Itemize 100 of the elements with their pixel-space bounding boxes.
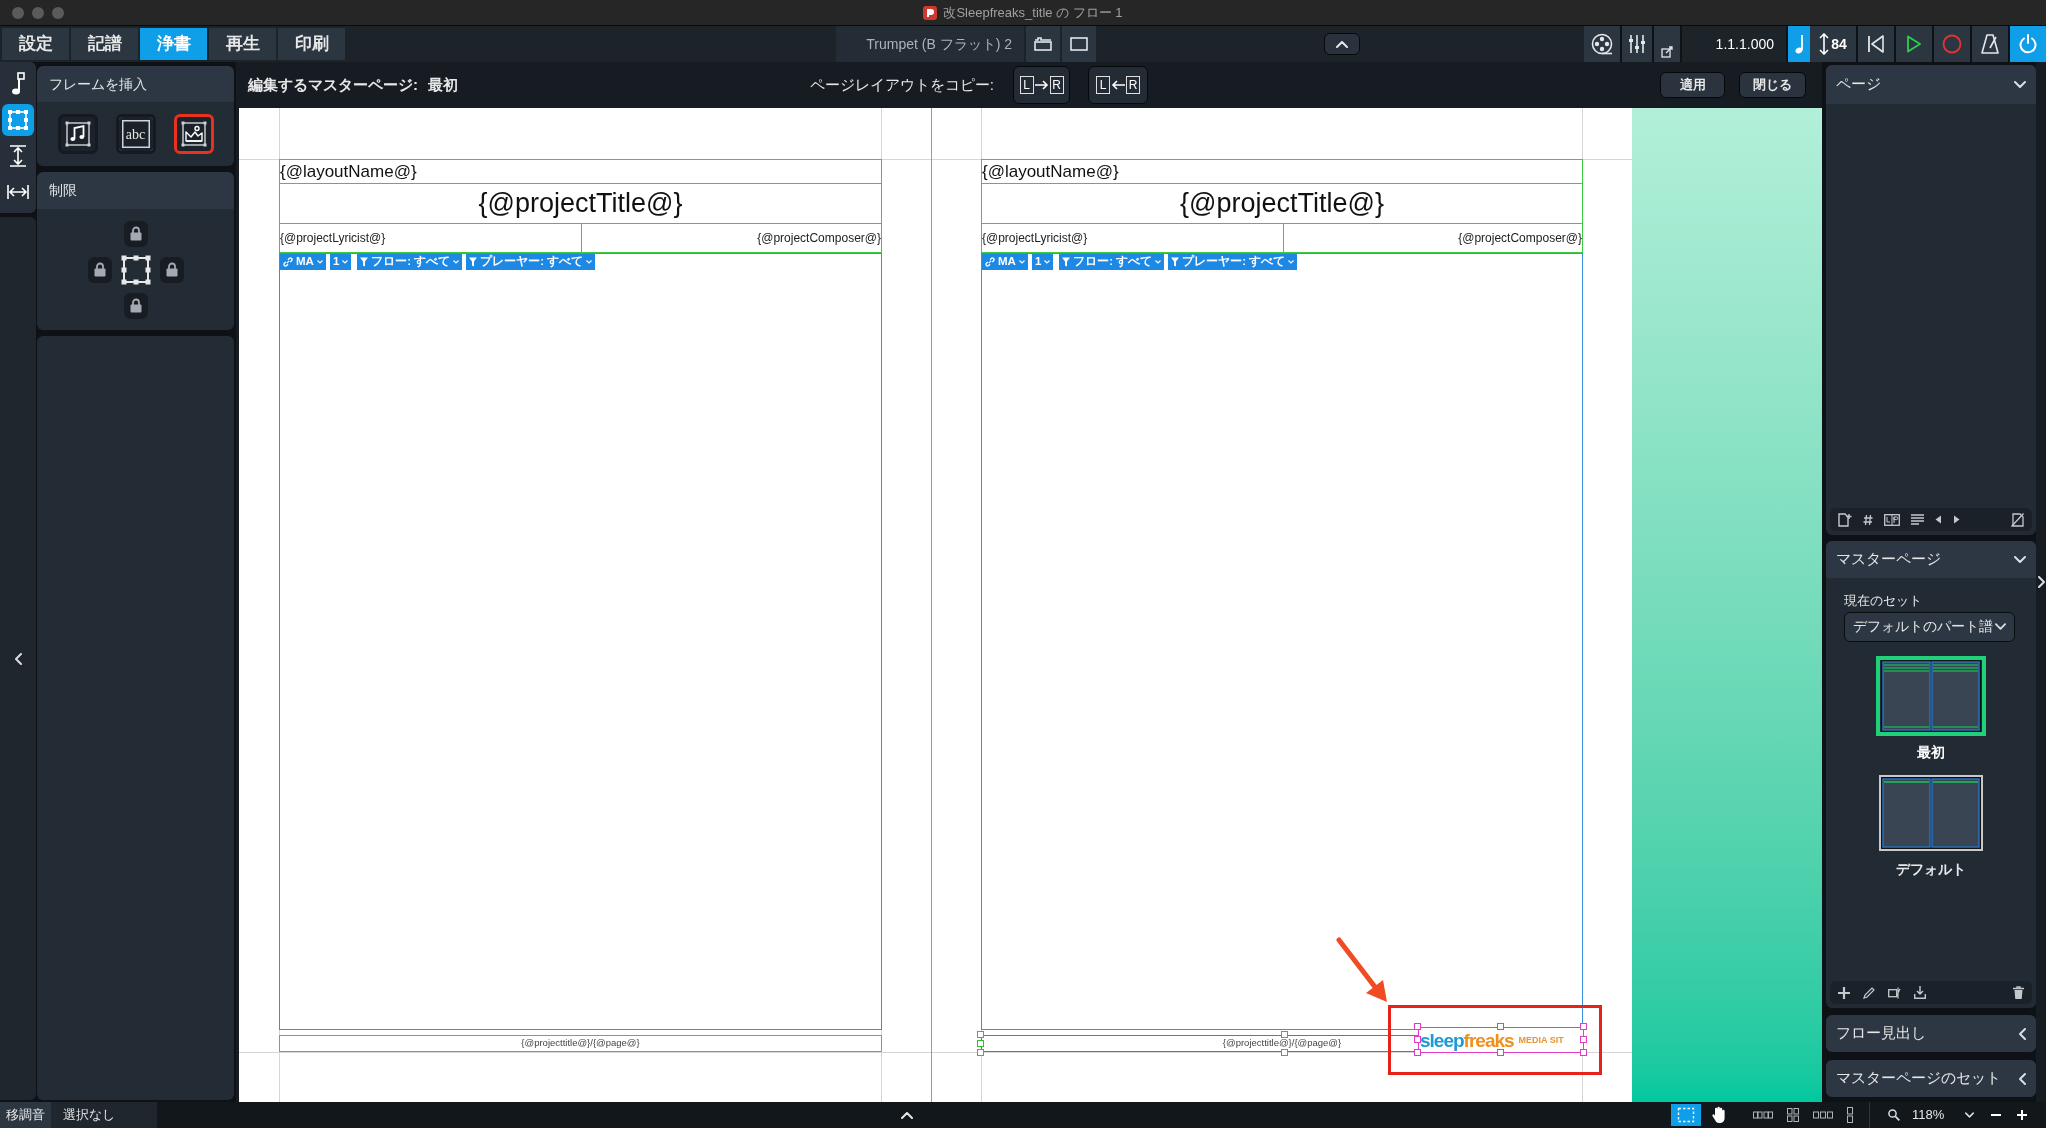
section-title: フロー見出し bbox=[1836, 1023, 1926, 1044]
layout-name-token: {@layoutName@} bbox=[982, 163, 1119, 180]
apply-button[interactable]: 適用 bbox=[1660, 72, 1725, 98]
tray-download-icon[interactable] bbox=[1914, 986, 1926, 999]
mode-tab[interactable]: 設定 bbox=[2, 28, 69, 60]
video-button[interactable] bbox=[1584, 26, 1620, 62]
chevron-down-icon[interactable] bbox=[2014, 81, 2026, 88]
power-icon bbox=[2018, 34, 2038, 54]
zoom-dropdown[interactable]: 118% bbox=[1906, 1102, 1980, 1128]
spread-view-icon[interactable] bbox=[1753, 1110, 1773, 1120]
chevron-left-icon[interactable] bbox=[14, 652, 22, 665]
lyricist-token: {@projectLyricist@} bbox=[982, 230, 1088, 247]
plus-icon[interactable] bbox=[1838, 986, 1850, 999]
metronome-button[interactable] bbox=[1972, 26, 2008, 62]
next-icon[interactable] bbox=[1953, 515, 1960, 524]
pencil-icon[interactable] bbox=[1863, 986, 1875, 999]
window-title: 改Sleepfreaks_title の フロー 1 bbox=[943, 3, 1123, 22]
resize-handle[interactable] bbox=[1281, 1031, 1288, 1038]
play-icon bbox=[1906, 35, 1922, 53]
panel-header[interactable]: マスターページのセット bbox=[1826, 1060, 2036, 1097]
section-title: フレームを挿入 bbox=[49, 74, 147, 94]
page-view-button[interactable] bbox=[1062, 26, 1096, 62]
resize-handle[interactable] bbox=[1497, 1049, 1504, 1056]
frame-tag[interactable]: フロー: すべて bbox=[1059, 254, 1165, 270]
chevron-right-icon[interactable] bbox=[2037, 576, 2045, 588]
section-title: マスターページ bbox=[1836, 549, 1941, 570]
copy-layout-button[interactable]: L R bbox=[1013, 66, 1070, 104]
panel-header[interactable]: マスターページ bbox=[1826, 541, 2036, 578]
minus-icon bbox=[1991, 1114, 2001, 1116]
chevron-down-icon bbox=[1018, 260, 1025, 264]
frame-tag[interactable]: プレーヤー: すべて bbox=[1168, 254, 1298, 270]
collapse-panel-button[interactable] bbox=[1324, 33, 1360, 55]
rewind-button[interactable] bbox=[1858, 26, 1894, 62]
small-window-button[interactable] bbox=[1654, 26, 1680, 62]
chevron-down-icon bbox=[1155, 260, 1162, 264]
frame-tag[interactable]: プレーヤー: すべて bbox=[466, 254, 596, 270]
page-view-icon bbox=[1070, 37, 1088, 51]
frame-tag[interactable]: 1 bbox=[329, 254, 352, 270]
tool-button[interactable] bbox=[2, 104, 34, 136]
lock-button[interactable] bbox=[87, 256, 112, 283]
play-button[interactable] bbox=[1896, 26, 1932, 62]
previous-icon[interactable] bbox=[1935, 515, 1942, 524]
mode-tab[interactable]: 印刷 bbox=[278, 28, 345, 60]
frame-tag[interactable]: MA bbox=[280, 254, 326, 270]
align-lines-icon[interactable] bbox=[1911, 514, 1924, 525]
master-page-name: 最初 bbox=[428, 74, 458, 95]
layout-selector[interactable]: Trumpet (B フラット) 2 bbox=[836, 26, 1024, 62]
copy-layout-button[interactable]: L R bbox=[1088, 66, 1148, 104]
master-page-label: 最初 bbox=[1917, 742, 1945, 762]
page-view-button[interactable] bbox=[1026, 26, 1060, 62]
slashed-page-icon[interactable] bbox=[2011, 512, 2024, 527]
lock-button[interactable] bbox=[123, 220, 148, 247]
arrow-left-icon bbox=[1111, 80, 1125, 90]
transposition-toggle[interactable]: 移調音 bbox=[0, 1102, 51, 1128]
rectangle-bar-icon[interactable] bbox=[1888, 986, 1901, 999]
panel-header[interactable]: ページ bbox=[1826, 65, 2036, 104]
frame-tag[interactable]: 1 bbox=[1031, 254, 1054, 270]
chevron-left-icon[interactable] bbox=[2019, 1027, 2026, 1040]
panel-header[interactable]: フロー見出し bbox=[1826, 1015, 2036, 1052]
add-page-icon[interactable] bbox=[1838, 512, 1852, 527]
chevron-down-icon bbox=[1044, 260, 1051, 264]
left-right-pages-icon[interactable] bbox=[1884, 513, 1900, 526]
galley-view-icon bbox=[1034, 37, 1052, 51]
frame-tag[interactable]: MA bbox=[982, 254, 1028, 270]
mixer-button[interactable] bbox=[1622, 26, 1652, 62]
music-frame-button[interactable] bbox=[57, 114, 98, 154]
frame-icon bbox=[7, 109, 29, 131]
title-token: {@projectTitle@} bbox=[478, 190, 683, 217]
chevron-down-icon[interactable] bbox=[2014, 556, 2026, 563]
hash-icon[interactable] bbox=[1863, 513, 1873, 526]
mode-tab[interactable]: 記譜 bbox=[71, 28, 138, 60]
frame-tag[interactable]: フロー: すべて bbox=[357, 254, 463, 270]
graphics-frame-button[interactable] bbox=[173, 114, 214, 154]
lock-icon bbox=[129, 298, 142, 313]
lock-button[interactable] bbox=[123, 292, 148, 319]
filter-icon bbox=[1171, 257, 1180, 267]
composer-token: {@projectComposer@} bbox=[757, 230, 881, 247]
master-set-dropdown[interactable]: デフォルトのパート譜 bbox=[1844, 611, 2015, 642]
tempo-note-button[interactable] bbox=[1788, 26, 1810, 62]
logo-tagline: MEDIA SIT bbox=[1518, 1035, 1564, 1045]
mode-tab[interactable]: 再生 bbox=[209, 28, 276, 60]
app-icon bbox=[923, 5, 938, 20]
lock-icon bbox=[165, 262, 178, 277]
text-frame-button[interactable]: abc bbox=[115, 114, 156, 154]
horizontal-view-icon[interactable] bbox=[1813, 1111, 1833, 1119]
zoom-icon bbox=[1888, 1109, 1900, 1121]
annotation-arrow bbox=[1336, 937, 1388, 1003]
lock-button[interactable] bbox=[159, 256, 184, 283]
resize-handle[interactable] bbox=[1281, 1049, 1288, 1056]
frame-constraint-icon bbox=[120, 254, 151, 285]
vertical-view-icon[interactable] bbox=[1847, 1107, 1853, 1123]
grid-view-icon[interactable] bbox=[1787, 1108, 1799, 1122]
resize-handle[interactable] bbox=[1497, 1023, 1504, 1030]
chevron-left-icon[interactable] bbox=[2019, 1072, 2026, 1085]
trash-icon[interactable] bbox=[2013, 986, 2024, 999]
section-title: マスターページのセット bbox=[1836, 1068, 2001, 1089]
close-button[interactable]: 閉じる bbox=[1739, 72, 1806, 98]
tempo-field[interactable]: 84 bbox=[1810, 26, 1856, 62]
picture-frame-icon bbox=[180, 121, 207, 147]
title-token: {@projectTitle@} bbox=[1180, 190, 1384, 217]
